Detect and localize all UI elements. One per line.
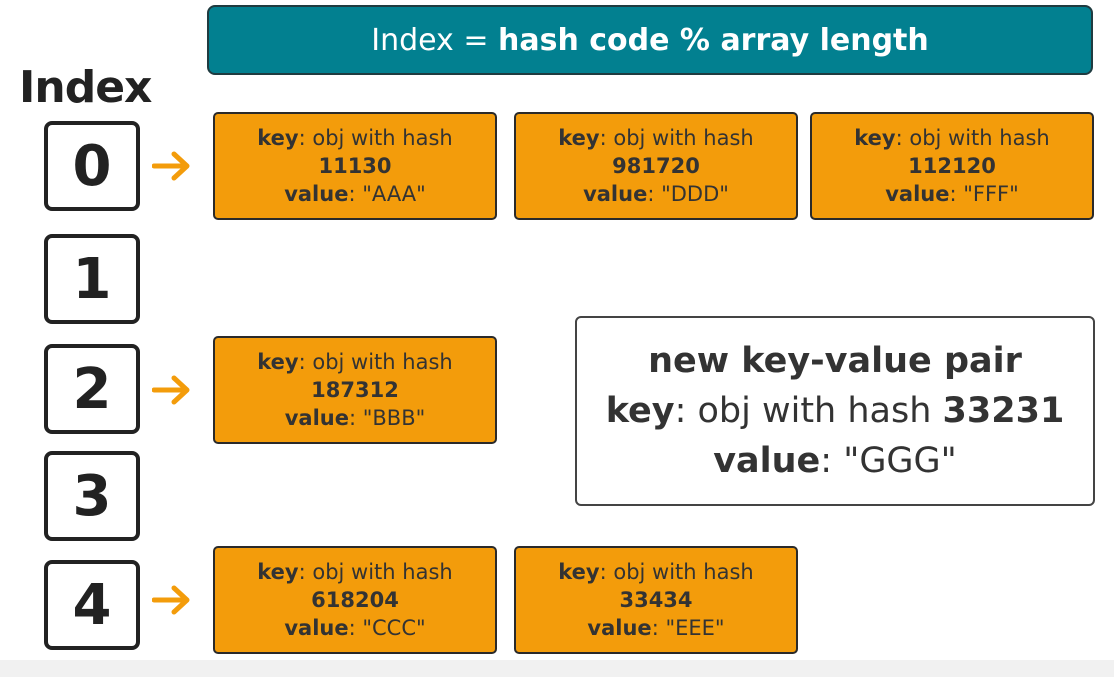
bucket-0-entry-1: key: obj with hash 11130 value: "AAA" — [213, 112, 497, 220]
arrow-right-icon — [152, 151, 190, 181]
index-number: 0 — [72, 133, 112, 199]
value-text: : "CCC" — [348, 616, 426, 640]
formula-expression: hash code % array length — [498, 22, 929, 58]
entry-value-line: value: "DDD" — [583, 180, 729, 208]
formula-prefix: Index = — [371, 22, 499, 58]
key-text: : obj with hash — [895, 126, 1050, 150]
index-box-4: 4 — [44, 560, 140, 650]
value-label: value — [583, 182, 648, 206]
value-text: : "DDD" — [647, 182, 729, 206]
value-label: value — [284, 406, 349, 430]
value-text: : "EEE" — [651, 616, 725, 640]
key-label: key — [257, 350, 299, 374]
value-label: value — [713, 441, 821, 481]
new-pair-key-line: key: obj with hash 33231 — [606, 386, 1065, 436]
entry-hash: 112120 — [908, 154, 996, 178]
new-key-value-pair-box: new key-value pair key: obj with hash 33… — [575, 316, 1095, 506]
value-text: : "BBB" — [348, 406, 426, 430]
arrow-right-icon — [152, 375, 190, 405]
bucket-0-entry-2: key: obj with hash 981720 value: "DDD" — [514, 112, 798, 220]
entry-hash: 33434 — [619, 588, 693, 612]
entry-key-line: key: obj with hash — [257, 348, 452, 376]
entry-key-line: key: obj with hash — [854, 124, 1049, 152]
index-box-1: 1 — [44, 234, 140, 324]
entry-value-line: value: "EEE" — [587, 614, 724, 642]
bucket-4-entry-2: key: obj with hash 33434 value: "EEE" — [514, 546, 798, 654]
index-number: 1 — [72, 246, 112, 312]
key-label: key — [854, 126, 896, 150]
value-text: : "AAA" — [348, 182, 426, 206]
entry-value-line: value: "BBB" — [285, 404, 426, 432]
key-label: key — [605, 391, 675, 431]
key-text: : obj with hash — [298, 560, 453, 584]
key-label: key — [558, 126, 600, 150]
entry-key-line: key: obj with hash — [558, 558, 753, 586]
value-label: value — [284, 182, 349, 206]
entry-key-line: key: obj with hash — [257, 558, 452, 586]
bottom-strip — [0, 660, 1114, 677]
new-pair-hash: 33231 — [942, 391, 1065, 431]
new-pair-title: new key-value pair — [648, 341, 1022, 381]
entry-hash: 981720 — [612, 154, 700, 178]
entry-value-line: value: "AAA" — [284, 180, 426, 208]
entry-key-line: key: obj with hash — [257, 124, 452, 152]
index-number: 4 — [72, 572, 112, 638]
value-label: value — [885, 182, 950, 206]
formula-banner: Index = hash code % array length — [207, 5, 1093, 75]
arrow-right-icon — [152, 585, 190, 615]
key-text: : obj with hash — [599, 126, 754, 150]
key-text: : obj with hash — [674, 391, 943, 431]
key-text: : obj with hash — [298, 126, 453, 150]
entry-value-line: value: "CCC" — [284, 614, 425, 642]
value-label: value — [284, 616, 349, 640]
key-text: : obj with hash — [599, 560, 754, 584]
entry-key-line: key: obj with hash — [558, 124, 753, 152]
entry-hash: 11130 — [318, 154, 392, 178]
key-label: key — [257, 560, 299, 584]
bucket-0-entry-3: key: obj with hash 112120 value: "FFF" — [810, 112, 1094, 220]
key-text: : obj with hash — [298, 350, 453, 374]
index-heading: Index — [19, 62, 152, 113]
index-number: 2 — [72, 356, 112, 422]
index-box-0: 0 — [44, 121, 140, 211]
index-number: 3 — [72, 463, 112, 529]
value-text: : "GGG" — [820, 441, 957, 481]
index-box-3: 3 — [44, 451, 140, 541]
entry-value-line: value: "FFF" — [885, 180, 1019, 208]
value-text: : "FFF" — [949, 182, 1019, 206]
value-label: value — [587, 616, 652, 640]
key-label: key — [257, 126, 299, 150]
new-pair-value-line: value: "GGG" — [713, 436, 957, 486]
bucket-2-entry-1: key: obj with hash 187312 value: "BBB" — [213, 336, 497, 444]
entry-hash: 187312 — [311, 378, 399, 402]
key-label: key — [558, 560, 600, 584]
index-box-2: 2 — [44, 344, 140, 434]
entry-hash: 618204 — [311, 588, 399, 612]
bucket-4-entry-1: key: obj with hash 618204 value: "CCC" — [213, 546, 497, 654]
